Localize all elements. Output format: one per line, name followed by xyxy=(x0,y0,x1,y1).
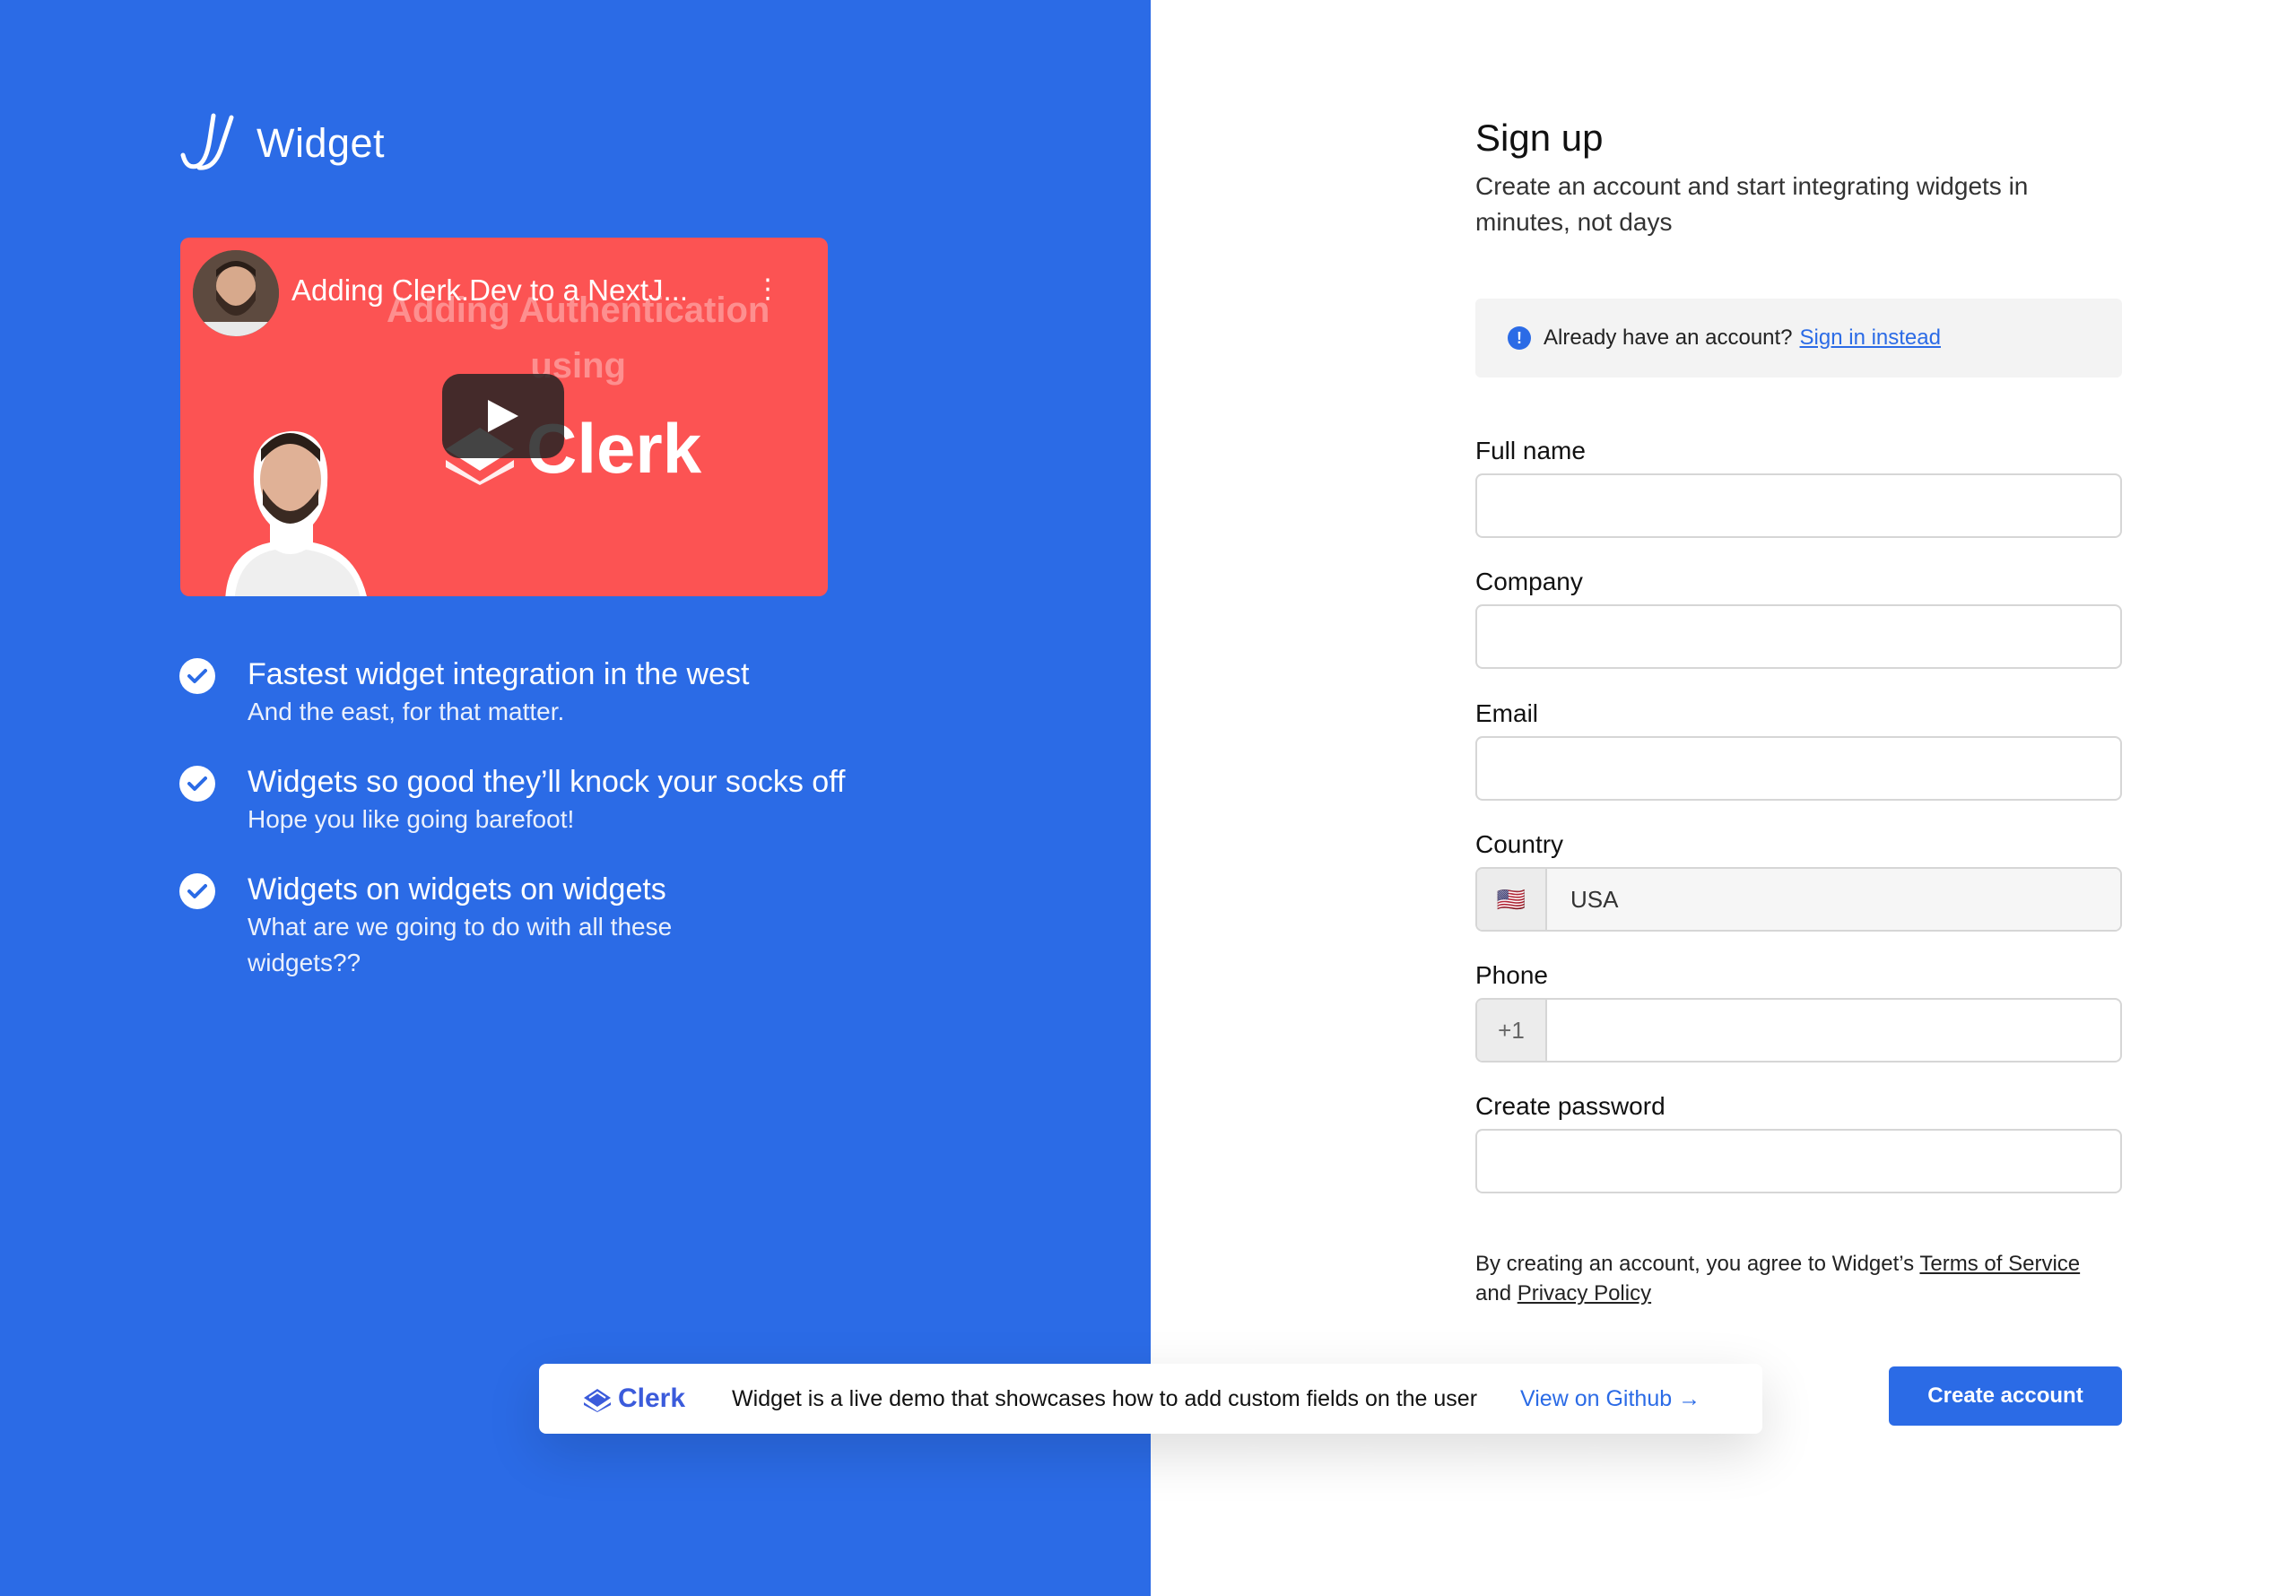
brand-name: Widget xyxy=(257,120,386,166)
full-name-input[interactable] xyxy=(1477,475,2120,536)
info-icon: ! xyxy=(1508,326,1531,350)
feature-item: Fastest widget integration in the west A… xyxy=(179,655,897,730)
page-title: Sign up xyxy=(1475,117,1604,159)
play-button[interactable] xyxy=(442,374,564,458)
check-circle-icon xyxy=(179,658,215,694)
video-menu-icon[interactable]: ⋮ xyxy=(754,273,781,305)
country-label: Country xyxy=(1475,830,1564,858)
privacy-policy-link[interactable]: Privacy Policy xyxy=(1518,1281,1651,1305)
password-field[interactable] xyxy=(1475,1129,2122,1193)
phone-input[interactable] xyxy=(1547,1000,2120,1061)
create-account-button[interactable]: Create account xyxy=(1889,1366,2122,1426)
widget-logo[interactable]: Widget xyxy=(179,112,385,175)
video-player[interactable]: Adding Authentication using Adding Clerk… xyxy=(180,238,828,596)
country-value[interactable]: USA xyxy=(1547,869,2120,930)
feature-title: Widgets on widgets on widgets xyxy=(248,872,666,906)
full-name-label: Full name xyxy=(1475,437,1586,464)
terms-of-service-link[interactable]: Terms of Service xyxy=(1919,1252,2080,1276)
phone-prefix: +1 xyxy=(1477,1000,1547,1061)
clerk-logo-icon xyxy=(584,1389,611,1412)
demo-banner: Clerk Widget is a live demo that showcas… xyxy=(539,1364,1762,1434)
feature-list: Fastest widget integration in the west A… xyxy=(179,655,897,1013)
view-on-github-link[interactable]: View on Github → xyxy=(1520,1386,1700,1412)
email-field[interactable] xyxy=(1475,736,2122,801)
company-input[interactable] xyxy=(1477,606,2120,667)
country-select[interactable]: 🇺🇸 USA xyxy=(1475,867,2122,932)
password-input[interactable] xyxy=(1477,1131,2120,1192)
phone-field[interactable]: +1 xyxy=(1475,998,2122,1063)
password-label: Create password xyxy=(1475,1092,1665,1120)
channel-avatar[interactable] xyxy=(193,250,279,336)
email-input[interactable] xyxy=(1477,738,2120,799)
banner-message: Widget is a live demo that showcases how… xyxy=(732,1385,1478,1411)
full-name-field[interactable] xyxy=(1475,473,2122,538)
feature-item: Widgets on widgets on widgets What are w… xyxy=(179,870,897,981)
terms-text: By creating an account, you agree to Wid… xyxy=(1475,1252,2081,1305)
feature-title: Widgets so good they’ll knock your socks… xyxy=(248,765,846,799)
feature-subtitle: And the east, for that matter. xyxy=(248,698,565,725)
video-title[interactable]: Adding Clerk.Dev to a NextJ... xyxy=(291,273,688,308)
left-panel: Widget Adding Authentication using Addin… xyxy=(0,0,1151,1596)
feature-title: Fastest widget integration in the west xyxy=(248,657,750,691)
company-label: Company xyxy=(1475,568,1583,595)
account-notice: ! Already have an account? Sign in inste… xyxy=(1475,299,2122,377)
us-flag-icon: 🇺🇸 xyxy=(1477,869,1547,930)
notice-text: Already have an account? xyxy=(1544,325,1793,350)
feature-subtitle: What are we going to do with all these w… xyxy=(248,913,673,976)
sign-in-link[interactable]: Sign in instead xyxy=(1800,325,1941,351)
clerk-logo[interactable]: Clerk xyxy=(582,1383,685,1414)
feature-subtitle: Hope you like going barefoot! xyxy=(248,805,575,833)
presenter-image xyxy=(225,430,367,596)
signup-header: Sign up Create an account and start inte… xyxy=(1475,117,2121,240)
email-label: Email xyxy=(1475,699,1539,727)
feature-item: Widgets so good they’ll knock your socks… xyxy=(179,762,897,837)
widget-logo-icon xyxy=(180,113,234,170)
check-circle-icon xyxy=(179,766,215,802)
check-circle-icon xyxy=(179,873,215,909)
company-field[interactable] xyxy=(1475,604,2122,669)
play-icon xyxy=(488,400,518,432)
phone-label: Phone xyxy=(1475,961,1548,989)
page-subtitle: Create an account and start integrating … xyxy=(1475,172,2029,236)
